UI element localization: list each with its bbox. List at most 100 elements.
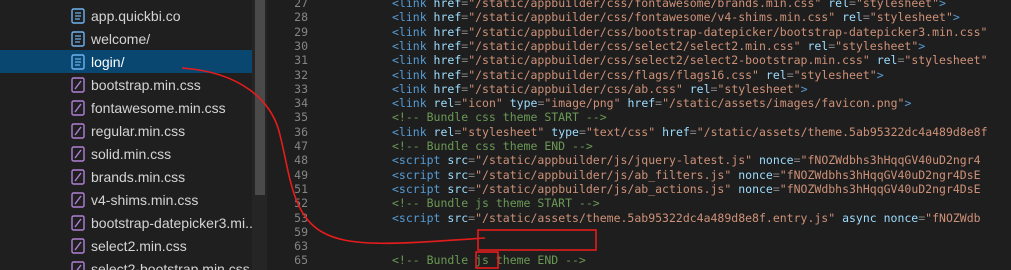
file-item[interactable]: select2-bootstrap.min.css — [0, 257, 252, 270]
code-line: <!-- Bundle js theme END --> — [392, 252, 586, 269]
code-token: src — [447, 181, 469, 196]
code-token: "fNOZWdbhs3hHqqGV40uD2ngr4DsE — [779, 167, 981, 182]
code-token: <link — [392, 53, 434, 68]
code-token: "/static/appbuilder/js/ab_filters.js" — [475, 167, 732, 182]
file-name: v4-shims.min.css — [91, 191, 199, 208]
css-file-icon — [71, 99, 85, 116]
file-name: bootstrap-datepicker3.mi... — [91, 214, 252, 231]
code-token: <link — [392, 10, 434, 25]
code-token: <link — [392, 96, 434, 111]
code-token: <script — [392, 153, 448, 168]
code-editor[interactable]: 27 28 29 30 31 32 33 34 35 36 47 48 49 51 52 53 59 63 65 <l… — [267, 0, 1011, 270]
code-token: "/static/appbuilder/css/ab.css" — [468, 81, 683, 96]
code-token: "/static/appbuilder/js/jquery-latest.js" — [475, 153, 753, 168]
css-file-icon — [71, 76, 85, 93]
code-token: <!-- Bundle css theme START --> — [392, 110, 607, 125]
file-item[interactable]: solid.min.css — [0, 142, 252, 165]
code-token: = — [793, 153, 801, 168]
code-token: = — [786, 67, 794, 82]
code-token: <!-- Bundle css theme END --> — [392, 139, 593, 153]
code-token: = — [772, 167, 780, 182]
code-token: src — [447, 153, 469, 168]
code-token: <script — [392, 181, 448, 196]
code-token: rel — [869, 53, 898, 68]
file-item[interactable]: bootstrap.min.css — [0, 73, 252, 96]
file-item[interactable]: app.quickbi.co — [0, 4, 252, 27]
code-token: href — [433, 38, 462, 53]
code-token: "stylesheet" — [835, 38, 919, 53]
code-token: "stylesheet" — [869, 10, 953, 25]
file-item[interactable]: fontawesome.min.css — [0, 96, 252, 119]
code-token: "/static/assets/theme.5ab95322dc4a489d8e… — [475, 210, 836, 225]
code-token: > — [800, 81, 808, 96]
code-token: rel — [758, 67, 787, 82]
code-token: href — [620, 96, 656, 111]
file-item[interactable]: bootstrap-datepicker3.mi... — [0, 211, 252, 234]
code-token: = — [772, 181, 780, 196]
code-token: "stylesheet" — [904, 53, 988, 68]
file-name: welcome/ — [91, 30, 151, 47]
code-token: rel — [433, 124, 455, 139]
file-name: app.quickbi.co — [91, 7, 181, 24]
code-token: > — [876, 67, 884, 82]
code-token: rel — [800, 38, 829, 53]
code-token: "fNOZWdb — [925, 210, 981, 225]
code-token: > — [904, 96, 912, 111]
code-token: rel — [835, 10, 863, 25]
code-token: <link — [392, 124, 434, 139]
code-token: "stylesheet" — [793, 67, 877, 82]
file-item[interactable]: welcome/ — [0, 27, 252, 50]
css-file-icon — [71, 214, 85, 231]
code-token: "stylesheet" — [461, 124, 545, 139]
code-token: href — [433, 24, 462, 39]
code-token: "stylesheet" — [717, 81, 801, 96]
file-explorer: app.quickbi.co welcome/login/bootstrap.mi… — [0, 0, 267, 270]
file-name: solid.min.css — [91, 145, 172, 162]
file-name: bootstrap.min.css — [91, 76, 201, 93]
file-name: fontawesome.min.css — [91, 99, 226, 116]
code-token: = — [862, 10, 870, 25]
code-token: "text/css" — [585, 124, 656, 139]
line-number: 65 — [294, 253, 308, 268]
css-file-icon — [71, 145, 85, 162]
code-token: type — [544, 124, 579, 139]
code-token: <script — [392, 210, 448, 225]
code-token: > — [952, 10, 960, 25]
code-token: <!-- Bundle js theme END --> — [392, 253, 586, 268]
file-item[interactable]: regular.min.css — [0, 119, 252, 142]
code-token: nonce — [731, 167, 773, 182]
file-name: select2.min.css — [91, 237, 187, 254]
file-item[interactable]: brands.min.css — [0, 165, 252, 188]
css-file-icon — [71, 237, 85, 254]
code-line: <script src="/static/assets/theme.5ab953… — [392, 210, 981, 227]
code-token: nonce — [876, 210, 919, 225]
css-file-icon — [71, 191, 85, 208]
code-token: rel — [682, 81, 711, 96]
explorer-scrollbar-thumb[interactable] — [255, 0, 265, 195]
file-text-icon — [71, 53, 85, 70]
code-token: "/static/appbuilder/css/select2/select2.… — [468, 38, 801, 53]
file-item[interactable]: login/ — [0, 50, 252, 73]
code-token: <link — [392, 81, 434, 96]
css-file-icon — [71, 260, 85, 270]
code-token: type — [502, 96, 538, 111]
file-name: login/ — [91, 53, 125, 70]
code-token: "/static/appbuilder/css/bootstrap-datepi… — [468, 24, 988, 39]
file-item[interactable]: select2.min.css — [0, 234, 252, 257]
code-token: <link — [392, 67, 434, 82]
code-token: "/static/appbuilder/css/flags/flags16.cs… — [468, 67, 759, 82]
code-token: "image/png" — [544, 96, 621, 111]
code-token: async — [835, 210, 877, 225]
code-token: nonce — [731, 181, 773, 196]
code-token: <!-- Bundle js theme START --> — [392, 196, 600, 211]
file-item[interactable]: v4-shims.min.css — [0, 188, 252, 211]
code-token: "fNOZWdbhs3hHqqGV40uD2ngr4DsE — [779, 181, 981, 196]
file-text-icon — [71, 30, 85, 47]
file-name: brands.min.css — [91, 168, 186, 185]
css-file-icon — [71, 122, 85, 139]
code-token: href — [433, 67, 462, 82]
css-file-icon — [71, 168, 85, 185]
code-token: <link — [392, 24, 434, 39]
code-token: <script — [392, 167, 448, 182]
file-text-icon — [71, 7, 85, 24]
